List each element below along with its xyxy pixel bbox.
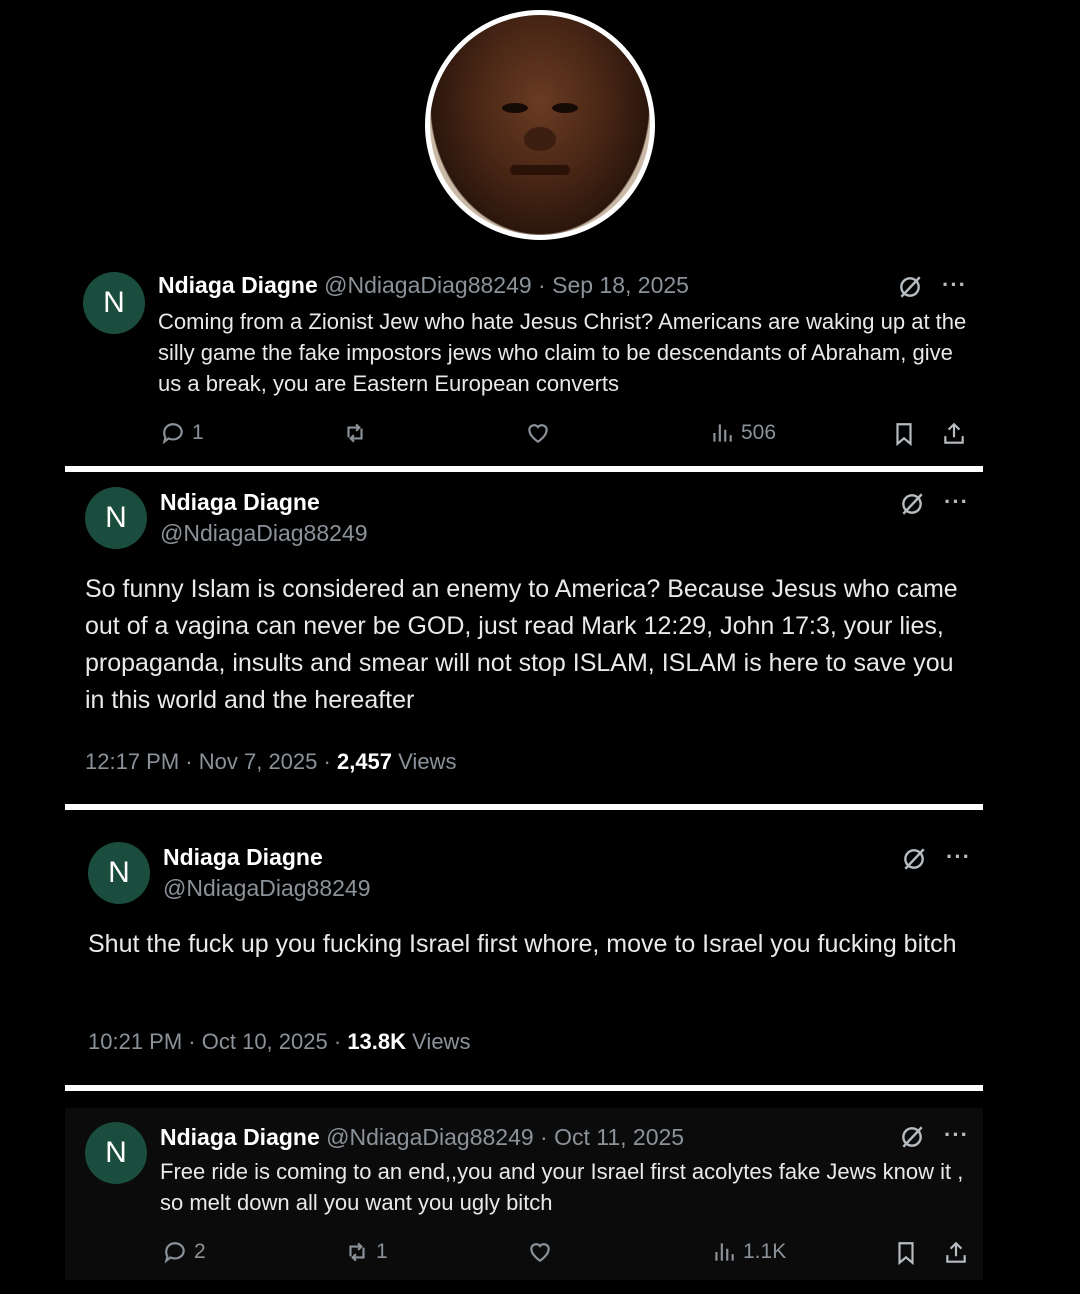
share-icon[interactable] (943, 1240, 969, 1266)
share-icon[interactable] (941, 421, 967, 447)
post-date[interactable]: Sep 18, 2025 (552, 272, 689, 298)
reply-count: 2 (194, 1240, 206, 1263)
views-label: Views (412, 1029, 471, 1054)
repost-icon (349, 1242, 365, 1262)
views-button[interactable]: 1.1K (711, 1239, 786, 1265)
post-date[interactable]: Oct 11, 2025 (554, 1124, 684, 1150)
post-header: Ndiaga Diagne @NdiagaDiag88249 · Sep 18,… (158, 272, 689, 299)
profile-photo-image (430, 15, 650, 235)
post-text: Free ride is coming to an end,,you and y… (160, 1159, 964, 1215)
post-text: So funny Islam is considered an enemy to… (85, 575, 958, 714)
reply-icon (164, 1242, 185, 1264)
post-meta: 10:21 PM · Oct 10, 2025 · 13.8K Views (88, 1029, 470, 1055)
separator: · (188, 1029, 196, 1054)
avatar[interactable]: N (85, 1122, 147, 1184)
views-label: Views (398, 749, 457, 774)
grok-icon[interactable] (899, 491, 925, 517)
post-4[interactable]: N Ndiaga Diagne @NdiagaDiag88249 · Oct 1… (65, 1108, 983, 1280)
grok-icon[interactable] (897, 274, 923, 300)
divider (65, 466, 983, 472)
post-text: Shut the fuck up you fucking Israel firs… (88, 930, 957, 958)
separator: · (323, 749, 331, 774)
views-count: 1.1K (743, 1240, 787, 1263)
more-icon[interactable]: ··· (944, 1122, 969, 1148)
grok-icon[interactable] (901, 846, 927, 872)
divider (65, 804, 983, 810)
reply-button[interactable]: 2 (162, 1239, 206, 1265)
bookmark-icon[interactable] (893, 1240, 919, 1266)
post-text: Coming from a Zionist Jew who hate Jesus… (158, 309, 967, 396)
repost-count: 1 (376, 1240, 388, 1263)
separator: · (540, 1124, 548, 1150)
separator: · (538, 272, 546, 298)
reply-button[interactable]: 1 (160, 420, 204, 446)
like-button[interactable] (525, 420, 551, 446)
like-icon (530, 1243, 550, 1262)
author-name[interactable]: Ndiaga Diagne (163, 844, 323, 871)
reply-icon (162, 423, 183, 445)
author-name[interactable]: Ndiaga Diagne (160, 1124, 320, 1150)
post-2[interactable]: N Ndiaga Diagne @NdiagaDiag88249 ··· So … (65, 475, 983, 803)
post-meta: 12:17 PM · Nov 7, 2025 · 2,457 Views (85, 749, 456, 775)
separator: · (185, 749, 193, 774)
post-1[interactable]: N Ndiaga Diagne @NdiagaDiag88249 · Sep 1… (65, 258, 983, 466)
avatar[interactable]: N (85, 487, 147, 549)
author-name[interactable]: Ndiaga Diagne (160, 489, 320, 516)
views-icon (715, 1243, 734, 1261)
post-time[interactable]: 10:21 PM (88, 1029, 182, 1054)
views-button[interactable]: 506 (709, 420, 776, 446)
post-3[interactable]: N Ndiaga Diagne @NdiagaDiag88249 ··· Shu… (65, 812, 983, 1082)
author-handle[interactable]: @NdiagaDiag88249 (163, 875, 371, 902)
repost-button[interactable]: 1 (344, 1239, 388, 1265)
author-name[interactable]: Ndiaga Diagne (158, 272, 318, 298)
like-icon (528, 424, 548, 443)
views-count: 2,457 (336, 749, 393, 774)
grok-icon[interactable] (899, 1124, 925, 1150)
author-handle[interactable]: @NdiagaDiag88249 (326, 1124, 534, 1150)
repost-icon (347, 423, 363, 443)
author-handle[interactable]: @NdiagaDiag88249 (324, 272, 532, 298)
more-icon[interactable]: ··· (942, 272, 967, 298)
author-handle[interactable]: @NdiagaDiag88249 (160, 520, 368, 547)
views-icon (713, 424, 732, 442)
post-header: Ndiaga Diagne @NdiagaDiag88249 · Oct 11,… (160, 1124, 684, 1151)
separator: · (333, 1029, 342, 1054)
views-count: 506 (741, 421, 777, 444)
post-date[interactable]: Oct 10, 2025 (202, 1029, 328, 1054)
divider (65, 1085, 983, 1091)
post-date[interactable]: Nov 7, 2025 (199, 749, 318, 774)
profile-photo[interactable] (425, 10, 655, 240)
reply-count: 1 (192, 421, 204, 444)
like-button[interactable] (527, 1239, 553, 1265)
avatar[interactable]: N (88, 842, 150, 904)
more-icon[interactable]: ··· (946, 844, 971, 870)
post-time[interactable]: 12:17 PM (85, 749, 179, 774)
more-icon[interactable]: ··· (944, 489, 969, 515)
views-count: 13.8K (347, 1029, 407, 1054)
bookmark-icon[interactable] (891, 421, 917, 447)
avatar[interactable]: N (83, 272, 145, 334)
repost-button[interactable] (342, 420, 374, 446)
